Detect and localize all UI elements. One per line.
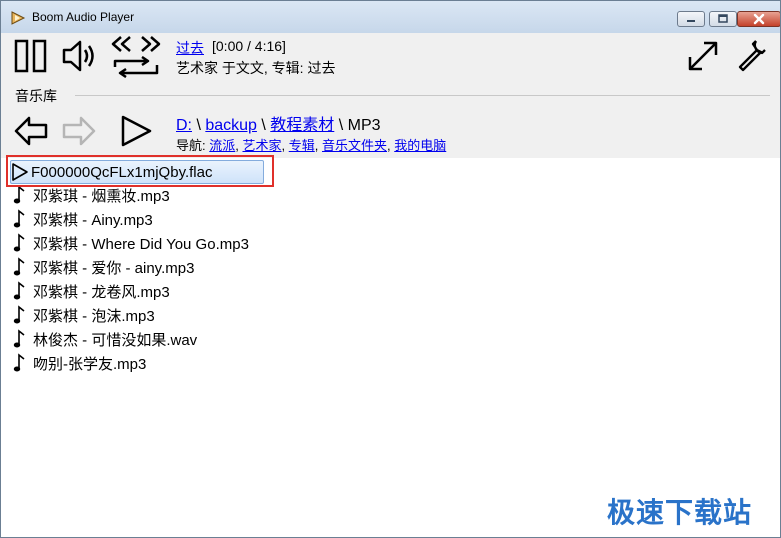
breadcrumb-separator: \ (192, 117, 206, 134)
breadcrumb-drive[interactable]: D: (176, 117, 192, 134)
list-item[interactable]: 邓紫棋 - Ainy.mp3 (13, 208, 153, 230)
volume-icon[interactable] (61, 38, 99, 74)
music-note-icon (13, 257, 25, 276)
maximize-button[interactable] (709, 11, 737, 27)
file-name: 林俊杰 - 可惜没如果.wav (33, 331, 198, 349)
play-icon[interactable] (118, 113, 154, 149)
minimize-icon (687, 20, 695, 22)
forward-icon[interactable] (60, 113, 98, 149)
watermark: 极速下载站 (607, 496, 753, 529)
breadcrumb: D: \ backup \ 教程素材 \ MP3 (176, 111, 381, 135)
file-name: 邓紫棋 - Where Did You Go.mp3 (33, 235, 249, 253)
music-note-icon (13, 305, 25, 324)
nav-my-computer[interactable]: 我的电脑 (394, 138, 446, 153)
list-item[interactable]: 邓紫棋 - 爱你 - ainy.mp3 (13, 256, 194, 278)
file-name: 邓紫琪 - 烟熏妆.mp3 (33, 187, 170, 205)
list-item[interactable]: 邓紫棋 - 泡沫.mp3 (13, 304, 155, 326)
section-divider (75, 95, 770, 96)
pause-icon[interactable] (14, 39, 48, 73)
music-note-icon (13, 233, 25, 252)
settings-icon[interactable] (734, 37, 770, 73)
breadcrumb-tutorial[interactable]: 教程素材 (270, 117, 334, 134)
file-list[interactable]: F000000QcFLx1mjQby.flac 邓紫琪 - 烟熏妆.mp3 邓紫… (1, 158, 780, 537)
nav-album[interactable]: 专辑 (289, 138, 315, 153)
nav-separator: , (281, 138, 289, 153)
breadcrumb-separator: \ (256, 117, 271, 134)
music-note-icon (13, 185, 25, 204)
file-name: 邓紫棋 - 泡沫.mp3 (33, 307, 155, 325)
list-item[interactable]: 邓紫棋 - 龙卷风.mp3 (13, 280, 170, 302)
breadcrumb-backup[interactable]: backup (205, 117, 257, 134)
music-note-icon (13, 329, 25, 348)
nav-separator: , (314, 138, 322, 153)
nav-genre[interactable]: 流派 (209, 138, 235, 153)
window-title: Boom Audio Player (32, 10, 135, 24)
list-item[interactable]: 林俊杰 - 可惜没如果.wav (13, 328, 197, 350)
nav-music-folders[interactable]: 音乐文件夹 (322, 138, 387, 153)
list-item[interactable]: 吻别-张学友.mp3 (13, 352, 146, 374)
breadcrumb-separator: \ (334, 117, 348, 134)
minimize-button[interactable] (677, 11, 705, 27)
app-window: Boom Audio Player 过去 [0:00 / 4:16] 艺术家 于… (0, 0, 781, 538)
app-icon (11, 11, 26, 25)
track-title-link[interactable]: 过去 (176, 38, 204, 58)
maximize-icon (718, 14, 728, 23)
back-icon[interactable] (12, 113, 50, 149)
music-note-icon (13, 281, 25, 300)
fullscreen-icon[interactable] (686, 39, 720, 73)
nav-prefix: 导航: (176, 138, 210, 153)
track-time: [0:00 / 4:16] (212, 38, 286, 54)
previous-next-icon[interactable] (109, 34, 163, 56)
list-item[interactable]: 邓紫棋 - Where Did You Go.mp3 (13, 232, 249, 254)
music-note-icon (13, 209, 25, 228)
list-item[interactable]: 邓紫琪 - 烟熏妆.mp3 (13, 184, 170, 206)
file-name: 邓紫棋 - Ainy.mp3 (33, 211, 153, 229)
file-name: 邓紫棋 - 龙卷风.mp3 (33, 283, 170, 301)
close-icon (753, 13, 765, 25)
title-bar[interactable]: Boom Audio Player (1, 1, 780, 33)
breadcrumb-current: MP3 (347, 117, 381, 134)
music-note-icon (13, 353, 25, 372)
track-meta: 艺术家 于文文, 专辑: 过去 (176, 60, 336, 76)
close-button[interactable] (737, 11, 780, 27)
repeat-icon[interactable] (109, 56, 163, 78)
annotation-highlight (6, 155, 274, 187)
file-name: 吻别-张学友.mp3 (33, 355, 147, 373)
navigation-links: 导航: 流派, 艺术家, 专辑, 音乐文件夹, 我的电脑 (176, 135, 446, 154)
library-section-label: 音乐库 (15, 88, 57, 104)
nav-artist[interactable]: 艺术家 (242, 138, 281, 153)
file-name: 邓紫棋 - 爱你 - ainy.mp3 (33, 259, 195, 277)
